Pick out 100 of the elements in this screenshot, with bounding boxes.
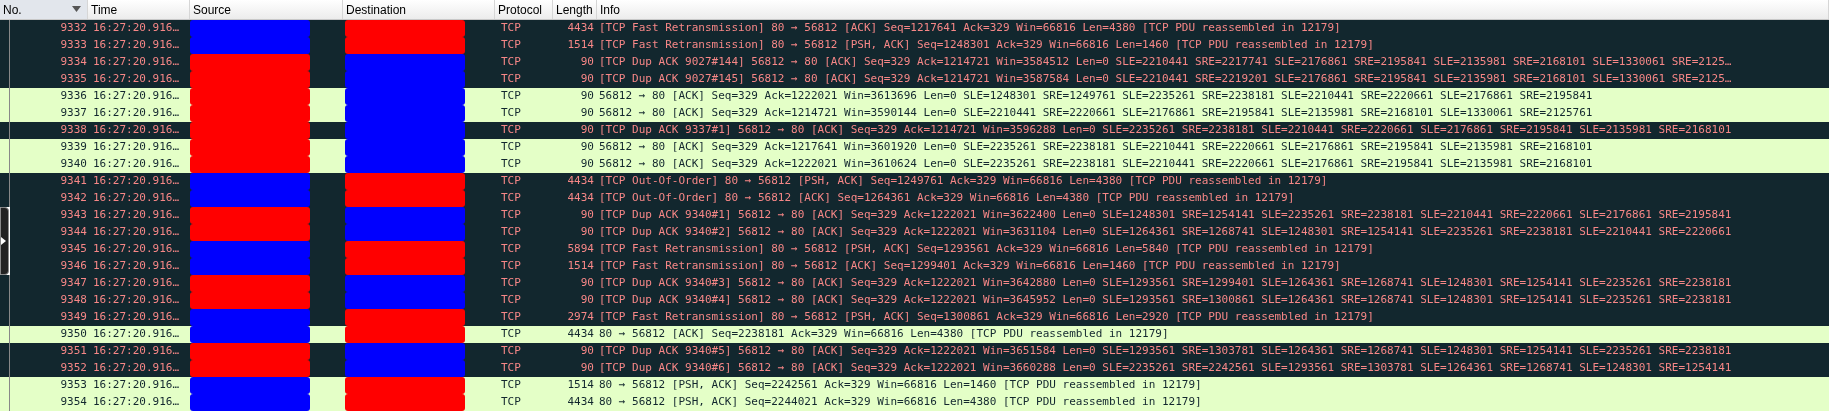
packet-row[interactable]: 9345 16:27:20.916… TCP 5894 [TCP Fast Retransmission] 80 → 56812 [PSH, ACK] Seq=1293561 Ack=329 Win=66816 Len=5840 [TCP PDU reassembled in 12179]: [10, 241, 1829, 258]
packet-number: 9351: [59, 343, 88, 360]
packet-row[interactable]: 9342 16:27:20.916… TCP 4434 [TCP Out-Of-Order] 80 → 56812 [ACK] Seq=1264361 Ack=329 Win=66816 Len=4380 [TCP PDU reassembled in 12179]: [10, 190, 1829, 207]
packet-info: [TCP Dup ACK 9340#6] 56812 → 80 [ACK] Seq=329 Ack=1222021 Win=3660288 Len=0 SLE=2235261 SRE=2242561 SLE=1293561 SRE=1303781 SLE=1264361 SRE=1268741 SLE=1248301 SRE=1254141: [598, 360, 1733, 377]
packet-time: 16:27:20.916…: [92, 139, 181, 156]
packet-info: [TCP Dup ACK 9340#5] 56812 → 80 [ACK] Seq=329 Ack=1222021 Win=3651584 Len=0 SLE=1293561 SRE=1303781 SLE=1264361 SRE=1268741 SLE=1248301 SRE=1254141 SLE=2235261 SRE=2238181: [598, 343, 1733, 360]
packet-length: 4434: [566, 394, 595, 411]
packet-time: 16:27:20.916…: [92, 343, 181, 360]
packet-info: 80 → 56812 [PSH, ACK] Seq=2244021 Ack=329 Win=66816 Len=4380 [TCP PDU reassembled in 12179]: [598, 394, 1203, 411]
packet-number: 9334: [59, 54, 88, 71]
packet-info: [TCP Dup ACK 9340#1] 56812 → 80 [ACK] Seq=329 Ack=1222021 Win=3622400 Len=0 SLE=1248301 SRE=1254141 SLE=2235261 SRE=2238181 SLE=2210441 SRE=2220661 SLE=2176861 SRE=2195841: [598, 207, 1733, 224]
packet-info: [TCP Dup ACK 9340#3] 56812 → 80 [ACK] Seq=329 Ack=1222021 Win=3642880 Len=0 SLE=1293561 SRE=1299401 SLE=1264361 SRE=1268741 SLE=1248301 SRE=1254141 SLE=2235261 SRE=2238181: [598, 275, 1733, 292]
packet-protocol: TCP: [500, 292, 522, 309]
packet-protocol: TCP: [500, 88, 522, 105]
packet-length: 2974: [566, 309, 595, 326]
packet-info: [TCP Out-Of-Order] 80 → 56812 [ACK] Seq=1264361 Ack=329 Win=66816 Len=4380 [TCP PDU reassembled in 12179]: [598, 190, 1296, 207]
packet-protocol: TCP: [500, 190, 522, 207]
packet-info: [TCP Dup ACK 9337#1] 56812 → 80 [ACK] Seq=329 Ack=1214721 Win=3596288 Len=0 SLE=2235261 SRE=2238181 SLE=2210441 SRE=2220661 SLE=2176861 SRE=2195841 SLE=2135981 SRE=2168101: [598, 122, 1733, 139]
packet-length: 4434: [566, 190, 595, 207]
packet-row[interactable]: 9351 16:27:20.916… TCP 90 [TCP Dup ACK 9340#5] 56812 → 80 [ACK] Seq=329 Ack=1222021 Win=3651584 Len=0 SLE=1293561 SRE=1303781 SLE=1264361 SRE=1268741 SLE=1248301 SRE=1254141 SLE=2235261 SRE=2238181: [10, 343, 1829, 360]
packet-length: 90: [579, 343, 595, 360]
packet-time: 16:27:20.916…: [92, 71, 181, 88]
row-gutter: [0, 139, 10, 156]
packet-row[interactable]: 9353 16:27:20.916… TCP 1514 80 → 56812 [PSH, ACK] Seq=2242561 Ack=329 Win=66816 Len=1460 [TCP PDU reassembled in 12179]: [10, 377, 1829, 394]
packet-info: [TCP Out-Of-Order] 80 → 56812 [PSH, ACK] Seq=1249761 Ack=329 Win=66816 Len=4380 [TCP PDU reassembled in 12179]: [598, 173, 1329, 190]
packet-row[interactable]: 9352 16:27:20.916… TCP 90 [TCP Dup ACK 9340#6] 56812 → 80 [ACK] Seq=329 Ack=1222021 Win=3660288 Len=0 SLE=2235261 SRE=2242561 SLE=1293561 SRE=1303781 SLE=1264361 SRE=1268741 SLE=1248301 SRE=1254141: [10, 360, 1829, 377]
expand-arrow-icon: [1, 237, 6, 245]
packet-protocol: TCP: [500, 377, 522, 394]
packet-length: 90: [579, 224, 595, 241]
packet-row[interactable]: 9338 16:27:20.916… TCP 90 [TCP Dup ACK 9337#1] 56812 → 80 [ACK] Seq=329 Ack=1214721 Win=3596288 Len=0 SLE=2235261 SRE=2238181 SLE=2210441 SRE=2220661 SLE=2176861 SRE=2195841 SLE=2135981 SRE=2168101: [10, 122, 1829, 139]
packet-number: 9332: [59, 20, 88, 37]
packet-row[interactable]: 9334 16:27:20.916… TCP 90 [TCP Dup ACK 9027#144] 56812 → 80 [ACK] Seq=329 Ack=1214721 Win=3584512 Len=0 SLE=2210441 SRE=2217741 SLE=2176861 SRE=2195841 SLE=2135981 SRE=2168101 SLE=1330061 SRE=2125…: [10, 54, 1829, 71]
packet-length: 4434: [566, 326, 595, 343]
packet-length: 1514: [566, 258, 595, 275]
packet-row[interactable]: 9347 16:27:20.916… TCP 90 [TCP Dup ACK 9340#3] 56812 → 80 [ACK] Seq=329 Ack=1222021 Win=3642880 Len=0 SLE=1293561 SRE=1299401 SLE=1264361 SRE=1268741 SLE=1248301 SRE=1254141 SLE=2235261 SRE=2238181: [10, 275, 1829, 292]
column-header[interactable]: Time: [88, 0, 190, 19]
packet-row[interactable]: 9332 16:27:20.916… TCP 4434 [TCP Fast Retransmission] 80 → 56812 [ACK] Seq=1217641 Ack=329 Win=66816 Len=4380 [TCP PDU reassembled in 12179]: [10, 20, 1829, 37]
packet-time: 16:27:20.916…: [92, 88, 181, 105]
row-gutter: [0, 343, 10, 360]
row-gutter: [0, 88, 10, 105]
packet-info: [TCP Dup ACK 9340#2] 56812 → 80 [ACK] Seq=329 Ack=1222021 Win=3631104 Len=0 SLE=1264361 SRE=1268741 SLE=1248301 SRE=1254141 SLE=2235261 SRE=2238181 SLE=2210441 SRE=2220661: [598, 224, 1733, 241]
packet-number: 9350: [59, 326, 88, 343]
packet-row[interactable]: 9354 16:27:20.916… TCP 4434 80 → 56812 [PSH, ACK] Seq=2244021 Ack=329 Win=66816 Len=4380 [TCP PDU reassembled in 12179]: [10, 394, 1829, 411]
packet-row[interactable]: 9349 16:27:20.916… TCP 2974 [TCP Fast Retransmission] 80 → 56812 [PSH, ACK] Seq=1300861 Ack=329 Win=66816 Len=2920 [TCP PDU reassembled in 12179]: [10, 309, 1829, 326]
packet-time: 16:27:20.916…: [92, 241, 181, 258]
packet-protocol: TCP: [500, 258, 522, 275]
packet-info: [TCP Fast Retransmission] 80 → 56812 [PSH, ACK] Seq=1293561 Ack=329 Win=66816 Len=5840 [TCP PDU reassembled in 12179]: [598, 241, 1375, 258]
packet-protocol: TCP: [500, 360, 522, 377]
packet-row[interactable]: 9339 16:27:20.916… TCP 90 56812 → 80 [ACK] Seq=329 Ack=1217641 Win=3601920 Len=0 SLE=2235261 SRE=2238181 SLE=2210441 SRE=2220661 SLE=2176861 SRE=2195841 SLE=2135981 SRE=2168101: [10, 139, 1829, 156]
packet-time: 16:27:20.916…: [92, 190, 181, 207]
packet-protocol: TCP: [500, 241, 522, 258]
packet-row[interactable]: 9340 16:27:20.916… TCP 90 56812 → 80 [ACK] Seq=329 Ack=1222021 Win=3610624 Len=0 SLE=2235261 SRE=2238181 SLE=2210441 SRE=2220661 SLE=2176861 SRE=2195841 SLE=2135981 SRE=2168101: [10, 156, 1829, 173]
packet-protocol: TCP: [500, 37, 522, 54]
packet-length: 1514: [566, 37, 595, 54]
packet-length: 90: [579, 292, 595, 309]
packet-protocol: TCP: [500, 173, 522, 190]
packet-protocol: TCP: [500, 224, 522, 241]
packet-number: 9353: [59, 377, 88, 394]
packet-protocol: TCP: [500, 54, 522, 71]
packet-row[interactable]: 9343 16:27:20.916… TCP 90 [TCP Dup ACK 9340#1] 56812 → 80 [ACK] Seq=329 Ack=1222021 Win=3622400 Len=0 SLE=1248301 SRE=1254141 SLE=2235261 SRE=2238181 SLE=2210441 SRE=2220661 SLE=2176861 SRE=2195841: [10, 207, 1829, 224]
packet-row[interactable]: 9337 16:27:20.916… TCP 90 56812 → 80 [ACK] Seq=329 Ack=1214721 Win=3590144 Len=0 SLE=2210441 SRE=2220661 SLE=2176861 SRE=2195841 SLE=2135981 SRE=2168101 SLE=1330061 SRE=2125761: [10, 105, 1829, 122]
packet-number: 9348: [59, 292, 88, 309]
packet-row[interactable]: 9346 16:27:20.916… TCP 1514 [TCP Fast Retransmission] 80 → 56812 [ACK] Seq=1299401 Ack=329 Win=66816 Len=1460 [TCP PDU reassembled in 12179]: [10, 258, 1829, 275]
packet-row[interactable]: 9335 16:27:20.916… TCP 90 [TCP Dup ACK 9027#145] 56812 → 80 [ACK] Seq=329 Ack=1214721 Win=3587584 Len=0 SLE=2210441 SRE=2219201 SLE=2176861 SRE=2195841 SLE=2135981 SRE=2168101 SLE=1330061 SRE=2125…: [10, 71, 1829, 88]
row-gutter: [0, 360, 10, 377]
column-header[interactable]: No.: [0, 0, 88, 19]
packet-time: 16:27:20.916…: [92, 258, 181, 275]
packet-number: 9347: [59, 275, 88, 292]
packet-number: 9337: [59, 105, 88, 122]
packet-row[interactable]: 9336 16:27:20.916… TCP 90 56812 → 80 [ACK] Seq=329 Ack=1222021 Win=3613696 Len=0 SLE=1248301 SRE=1249761 SLE=2235261 SRE=2238181 SLE=2210441 SRE=2220661 SLE=2176861 SRE=2195841: [10, 88, 1829, 105]
packet-number: 9340: [59, 156, 88, 173]
row-gutter: [0, 309, 10, 326]
packet-time: 16:27:20.916…: [92, 275, 181, 292]
packet-info: [TCP Fast Retransmission] 80 → 56812 [ACK] Seq=1217641 Ack=329 Win=66816 Len=4380 [TCP PDU reassembled in 12179]: [598, 20, 1342, 37]
column-header[interactable]: Protocol: [495, 0, 553, 19]
packet-info: [TCP Dup ACK 9027#145] 56812 → 80 [ACK] Seq=329 Ack=1214721 Win=3587584 Len=0 SLE=2210441 SRE=2219201 SLE=2176861 SRE=2195841 SLE=2135981 SRE=2168101 SLE=1330061 SRE=2125…: [598, 71, 1733, 88]
column-header[interactable]: Length: [553, 0, 597, 19]
packet-row[interactable]: 9350 16:27:20.916… TCP 4434 80 → 56812 [ACK] Seq=2238181 Ack=329 Win=66816 Len=4380 [TCP PDU reassembled in 12179]: [10, 326, 1829, 343]
packet-time: 16:27:20.916…: [92, 292, 181, 309]
packet-row[interactable]: 9341 16:27:20.916… TCP 4434 [TCP Out-Of-Order] 80 → 56812 [PSH, ACK] Seq=1249761 Ack=329 Win=66816 Len=4380 [TCP PDU reassembled in 12179]: [10, 173, 1829, 190]
row-gutter: [0, 122, 10, 139]
packet-protocol: TCP: [500, 71, 522, 88]
packet-protocol: TCP: [500, 105, 522, 122]
packet-length: 90: [579, 139, 595, 156]
packet-length: 90: [579, 71, 595, 88]
packet-row[interactable]: 9348 16:27:20.916… TCP 90 [TCP Dup ACK 9340#4] 56812 → 80 [ACK] Seq=329 Ack=1222021 Win=3645952 Len=0 SLE=1293561 SRE=1300861 SLE=1264361 SRE=1268741 SLE=1248301 SRE=1254141 SLE=2235261 SRE=2238181: [10, 292, 1829, 309]
splitter-handle[interactable]: [0, 207, 9, 275]
column-header[interactable]: Info: [597, 0, 1829, 19]
packet-number: 9339: [59, 139, 88, 156]
packet-length: 90: [579, 105, 595, 122]
packet-row[interactable]: 9333 16:27:20.916… TCP 1514 [TCP Fast Retransmission] 80 → 56812 [PSH, ACK] Seq=1248301 Ack=329 Win=66816 Len=1460 [TCP PDU reassembled in 12179]: [10, 37, 1829, 54]
packet-protocol: TCP: [500, 343, 522, 360]
packet-row[interactable]: 9344 16:27:20.916… TCP 90 [TCP Dup ACK 9340#2] 56812 → 80 [ACK] Seq=329 Ack=1222021 Win=3631104 Len=0 SLE=1264361 SRE=1268741 SLE=1248301 SRE=1254141 SLE=2235261 SRE=2238181 SLE=2210441 SRE=2220661: [10, 224, 1829, 241]
sort-caret-icon: [72, 6, 81, 12]
packet-info: [TCP Fast Retransmission] 80 → 56812 [ACK] Seq=1299401 Ack=329 Win=66816 Len=1460 [TCP PDU reassembled in 12179]: [598, 258, 1342, 275]
row-gutter: [0, 326, 10, 343]
packet-info: [TCP Fast Retransmission] 80 → 56812 [PSH, ACK] Seq=1248301 Ack=329 Win=66816 Len=1460 [TCP PDU reassembled in 12179]: [598, 37, 1375, 54]
column-header[interactable]: Source: [190, 0, 343, 19]
packet-protocol: TCP: [500, 394, 522, 411]
column-header[interactable]: Destination: [343, 0, 495, 19]
